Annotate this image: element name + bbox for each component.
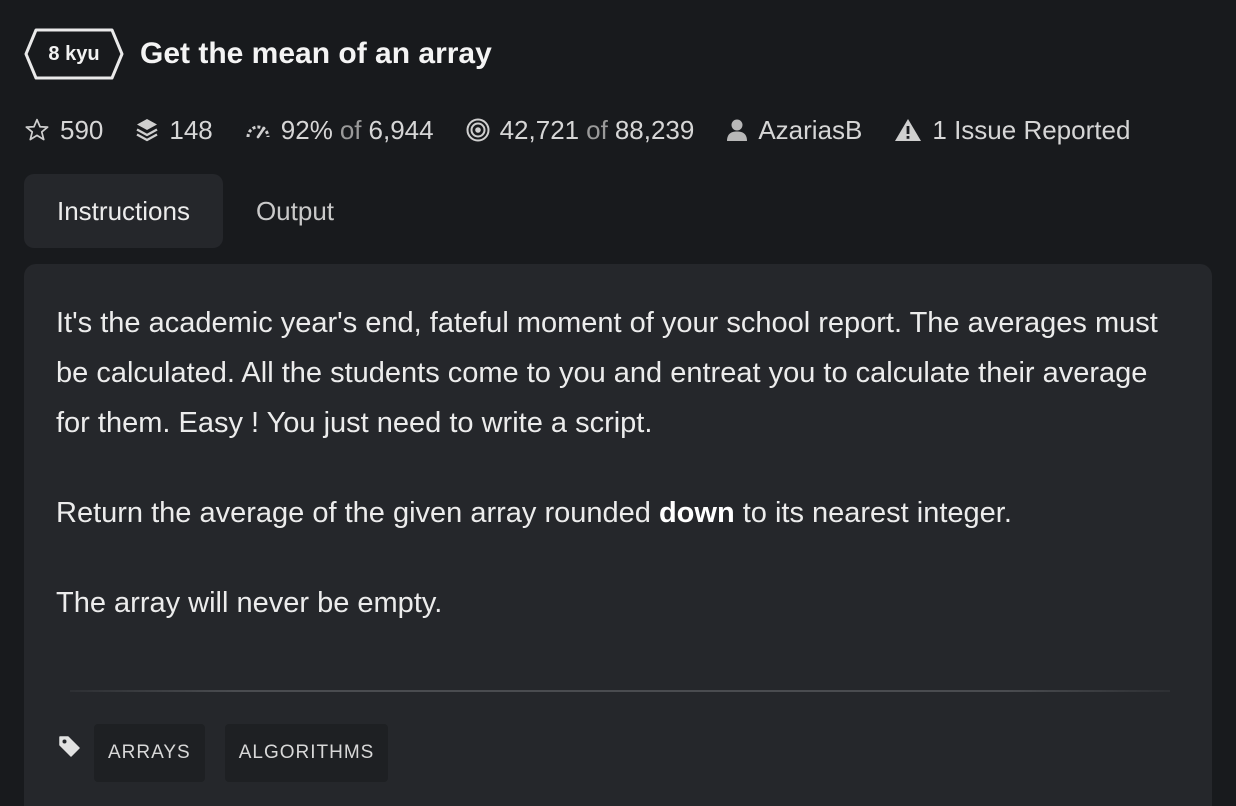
description-text: Return the average of the given array ro… — [56, 497, 659, 529]
kata-header: 8 kyu Get the mean of an array — [24, 28, 492, 80]
tag-algorithms[interactable]: ALGORITHMS — [224, 724, 389, 782]
satisfaction-stat[interactable]: 92% of 6,944 — [245, 115, 434, 146]
tag-list: ARRAYS ALGORITHMS — [58, 724, 408, 782]
user-icon — [726, 118, 748, 142]
tab-instructions[interactable]: Instructions — [24, 174, 223, 248]
target-icon — [466, 118, 490, 142]
completed-of-label: of — [586, 114, 608, 145]
completed-count: 42,721 — [499, 114, 580, 145]
collections-stat[interactable]: 148 — [135, 114, 213, 146]
kata-tabs: Instructions Output — [24, 174, 367, 248]
description-text: to its nearest integer. — [734, 497, 1012, 529]
star-outline-icon — [24, 117, 50, 143]
tab-output[interactable]: Output — [223, 174, 367, 248]
satisfaction-percent: 92% — [280, 114, 333, 145]
stars-count: 590 — [60, 114, 104, 145]
rank-badge: 8 kyu — [24, 28, 124, 80]
kata-stats: 590 148 92% of 6,944 42,721 of 88,239 Az… — [24, 108, 1130, 152]
satisfaction-of-label: of — [339, 114, 362, 145]
tag-arrays[interactable]: ARRAYS — [94, 724, 205, 782]
description-paragraph-3: The array will never be empty. — [56, 587, 443, 619]
instructions-panel: It's the academic year's end, fateful mo… — [24, 264, 1212, 806]
collections-count: 148 — [169, 114, 213, 145]
tag-icon — [58, 735, 80, 757]
author-stat[interactable]: AzariasB — [726, 115, 862, 146]
completed-stat[interactable]: 42,721 of 88,239 — [466, 114, 695, 146]
kata-title: Get the mean of an array — [140, 37, 492, 70]
layers-icon — [135, 117, 159, 143]
stars-stat[interactable]: 590 — [24, 115, 103, 146]
author-name: AzariasB — [758, 114, 863, 145]
gauge-icon — [245, 120, 271, 140]
issues-label: 1 Issue Reported — [932, 114, 1131, 145]
kata-page: 8 kyu Get the mean of an array 590 148 9… — [0, 0, 1236, 806]
issues-stat[interactable]: 1 Issue Reported — [894, 115, 1130, 146]
rank-label: 8 kyu — [48, 42, 100, 65]
warning-icon — [894, 118, 922, 142]
description-paragraph-2: Return the average of the given array ro… — [56, 488, 1186, 538]
kata-description: It's the academic year's end, fateful mo… — [56, 298, 1186, 668]
description-paragraph-1: It's the academic year's end, fateful mo… — [56, 307, 1158, 439]
description-bold-text: down — [658, 497, 735, 529]
divider — [70, 690, 1170, 692]
satisfaction-votes: 6,944 — [368, 114, 434, 145]
attempted-count: 88,239 — [614, 114, 695, 145]
